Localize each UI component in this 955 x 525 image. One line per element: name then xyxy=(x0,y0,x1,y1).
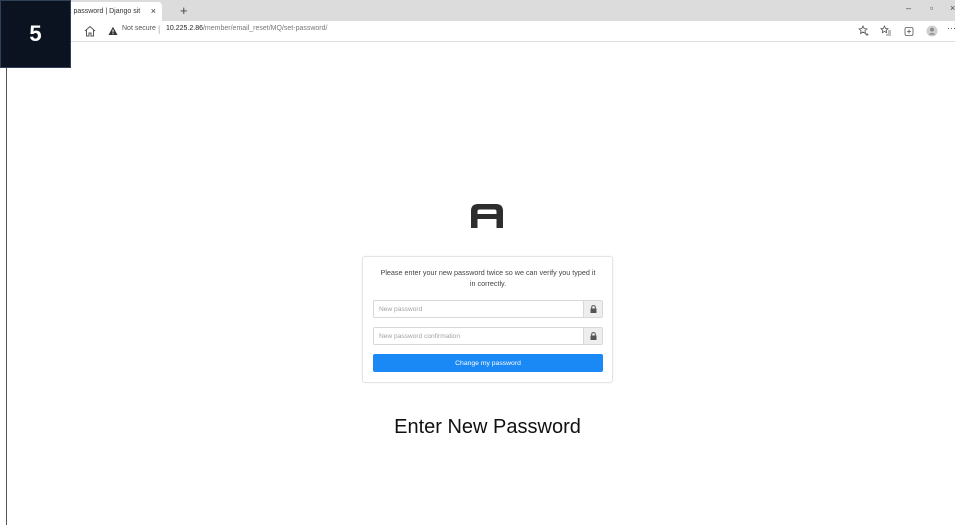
address-bar: Not secure | 10.225.2.86/member/email_re… xyxy=(0,21,955,42)
tab-title: x password | Django sit xyxy=(68,8,141,15)
restore-button[interactable]: ▫ xyxy=(930,3,933,13)
confirm-password-input[interactable] xyxy=(379,328,579,344)
home-icon[interactable] xyxy=(83,24,97,38)
close-window-button[interactable]: × xyxy=(950,3,955,13)
tab-close-button[interactable]: × xyxy=(151,2,156,21)
url-path: /member/email_reset/MQ/set-password/ xyxy=(202,25,328,32)
minimize-button[interactable]: – xyxy=(906,3,911,13)
tab-strip: x password | Django sit × + – ▫ × xyxy=(0,0,955,21)
new-password-lock-addon xyxy=(583,301,602,317)
logo-a-icon xyxy=(471,204,503,228)
slide-caption: Enter New Password xyxy=(394,416,581,438)
new-password-field-group xyxy=(373,300,603,318)
instructions-text: Please enter your new password twice so … xyxy=(380,268,596,288)
address-separator: | xyxy=(158,24,161,34)
confirm-password-lock-addon xyxy=(583,328,602,344)
step-number-badge: 5 xyxy=(0,0,71,68)
lock-icon xyxy=(590,305,596,313)
new-tab-button[interactable]: + xyxy=(180,1,188,20)
set-password-card: Please enter your new password twice so … xyxy=(362,256,613,383)
star-add-icon[interactable] xyxy=(858,25,870,37)
left-border-line xyxy=(6,68,7,525)
warning-icon[interactable] xyxy=(108,26,118,36)
confirm-password-field-group xyxy=(373,327,603,345)
change-password-button[interactable]: Change my password xyxy=(373,354,603,372)
profile-icon[interactable] xyxy=(926,25,938,37)
new-password-input[interactable] xyxy=(379,301,579,317)
lock-icon xyxy=(590,332,596,340)
url-field[interactable]: 10.225.2.86/member/email_reset/MQ/set-pa… xyxy=(166,25,327,32)
security-label[interactable]: Not secure xyxy=(122,25,156,32)
menu-more-button[interactable]: ··· xyxy=(947,23,955,33)
favorites-icon[interactable] xyxy=(880,25,892,37)
browser-tab[interactable]: x password | Django sit × xyxy=(62,2,162,21)
url-host: 10.225.2.86 xyxy=(166,25,203,32)
collections-icon[interactable] xyxy=(903,25,915,37)
